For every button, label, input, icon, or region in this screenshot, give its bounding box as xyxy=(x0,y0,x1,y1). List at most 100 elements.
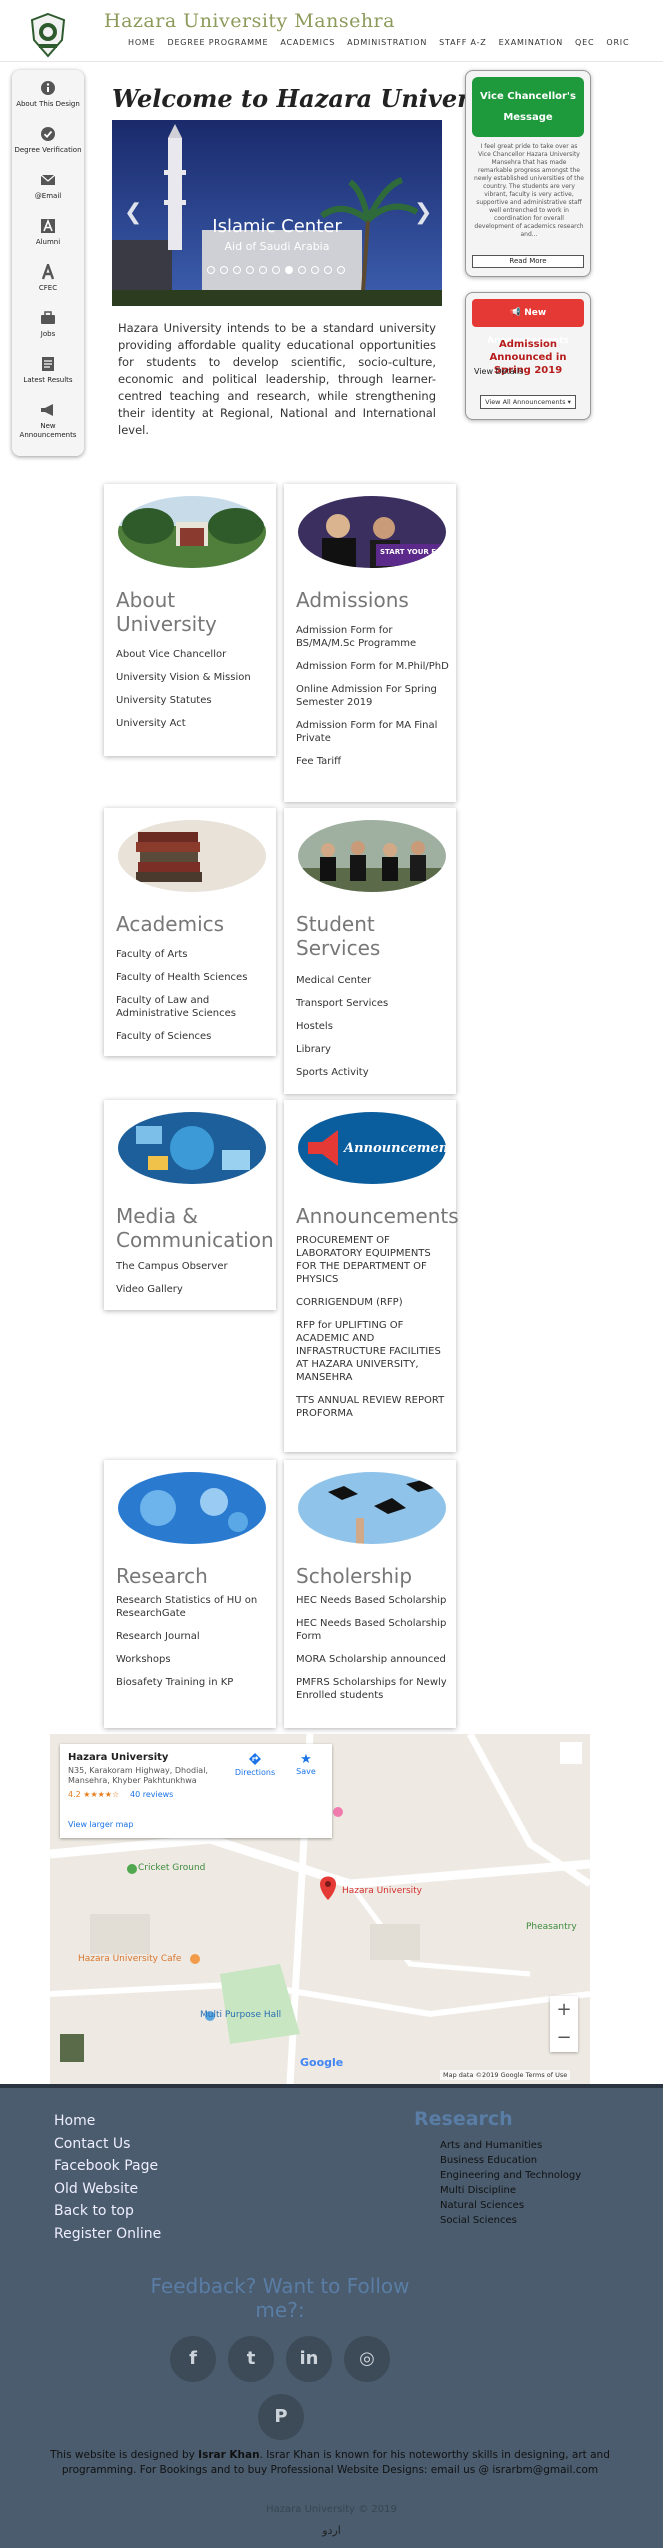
linkedin-icon[interactable]: in xyxy=(286,2336,332,2382)
save-button[interactable]: ★ Save xyxy=(286,1752,326,1776)
link-admission-mphil[interactable]: Admission Form for M.Phil/PhD xyxy=(296,660,452,673)
link-biosafety[interactable]: Biosafety Training in KP xyxy=(116,1676,272,1689)
slider-dot[interactable] xyxy=(298,266,306,274)
nav-home[interactable]: HOME xyxy=(128,38,155,47)
link-online-admission[interactable]: Online Admission For Spring Semester 201… xyxy=(296,683,452,709)
sidebar-item-jobs[interactable]: Jobs xyxy=(12,310,84,339)
footer-link-old-website[interactable]: Old Website xyxy=(54,2178,161,2201)
briefcase-icon xyxy=(41,311,55,324)
link-university-act[interactable]: University Act xyxy=(116,717,272,730)
view-details-link[interactable]: View Details xyxy=(474,367,523,376)
footer-link-facebook[interactable]: Facebook Page xyxy=(54,2155,161,2178)
nav-examination[interactable]: EXAMINATION xyxy=(499,38,563,47)
footer-link-register[interactable]: Register Online xyxy=(54,2223,161,2246)
map-pin-label[interactable]: Hazara University xyxy=(342,1886,422,1896)
twitter-icon[interactable]: t xyxy=(228,2336,274,2382)
view-all-announcements-select[interactable]: View All Announcements ▾ xyxy=(480,395,576,409)
slider-dot[interactable] xyxy=(311,266,319,274)
zoom-in-button[interactable]: + xyxy=(550,1996,578,2024)
sidebar-item-alumni[interactable]: Alumni xyxy=(12,218,84,247)
page: Hazara University Mansehra HOME DEGREE P… xyxy=(0,0,663,2548)
slide-title: Islamic Center xyxy=(212,216,342,237)
read-more-button[interactable]: Read More xyxy=(472,255,584,268)
urdu-label[interactable]: اردو xyxy=(0,2524,663,2537)
link-library[interactable]: Library xyxy=(296,1043,452,1056)
facebook-icon[interactable]: f xyxy=(170,2336,216,2382)
research-area[interactable]: Natural Sciences xyxy=(440,2198,581,2213)
link-workshops[interactable]: Workshops xyxy=(116,1653,272,1666)
link-faculty-arts[interactable]: Faculty of Arts xyxy=(116,948,272,961)
link-ma-final-private[interactable]: Admission Form for MA Final Private xyxy=(296,719,452,745)
link-about-vc[interactable]: About Vice Chancellor xyxy=(116,648,272,661)
nav-degree-programme[interactable]: DEGREE PROGRAMME xyxy=(167,38,268,47)
pinterest-icon[interactable]: P xyxy=(258,2394,304,2440)
nav-administration[interactable]: ADMINISTRATION xyxy=(347,38,427,47)
slider-dot[interactable] xyxy=(233,266,241,274)
new-announcements-header[interactable]: 📢 New Announcements xyxy=(472,299,584,346)
link-pmfrs-scholarship[interactable]: PMFRS Scholarships for Newly Enrolled st… xyxy=(296,1676,452,1702)
link-campus-observer[interactable]: The Campus Observer xyxy=(116,1260,272,1273)
slider-dot[interactable] xyxy=(324,266,332,274)
check-icon xyxy=(41,127,55,141)
sidebar-item-latest-results[interactable]: Latest Results xyxy=(12,356,84,385)
footer-link-back-to-top[interactable]: Back to top xyxy=(54,2200,161,2223)
footer-research-list: Arts and Humanities Business Education E… xyxy=(440,2138,581,2228)
link-fee-tariff[interactable]: Fee Tariff xyxy=(296,755,452,768)
link-mora-scholarship[interactable]: MORA Scholarship announced xyxy=(296,1653,452,1666)
link-medical-center[interactable]: Medical Center xyxy=(296,974,452,987)
footer-link-contact[interactable]: Contact Us xyxy=(54,2133,161,2156)
sidebar-item-label: CFEC xyxy=(38,284,58,292)
slider-dot[interactable] xyxy=(285,266,293,274)
slider-dot[interactable] xyxy=(207,266,215,274)
link-video-gallery[interactable]: Video Gallery xyxy=(116,1283,272,1296)
research-area[interactable]: Arts and Humanities xyxy=(440,2138,581,2153)
link-sports[interactable]: Sports Activity xyxy=(296,1066,452,1079)
slider-dot[interactable] xyxy=(220,266,228,274)
sidebar-item-degree-verification[interactable]: Degree Verification xyxy=(12,126,84,155)
slider-dot[interactable] xyxy=(337,266,345,274)
link-rfp-uplifting[interactable]: RFP for UPLIFTING OF ACADEMIC AND INFRAS… xyxy=(296,1319,452,1384)
university-logo[interactable] xyxy=(28,10,68,58)
link-research-journal[interactable]: Research Journal xyxy=(116,1630,272,1643)
research-area[interactable]: Business Education xyxy=(440,2153,581,2168)
sidebar-item-new-announcements[interactable]: New Announcements xyxy=(12,402,84,440)
link-faculty-law[interactable]: Faculty of Law and Administrative Scienc… xyxy=(116,994,272,1020)
link-hec-need-based-form[interactable]: HEC Needs Based Scholarship Form xyxy=(296,1617,452,1643)
link-researchgate[interactable]: Research Statistics of HU on ResearchGat… xyxy=(116,1594,272,1620)
link-statutes[interactable]: University Statutes xyxy=(116,694,272,707)
link-hostels[interactable]: Hostels xyxy=(296,1020,452,1033)
google-map[interactable]: Hazara University N35, Karakoram Highway… xyxy=(50,1734,590,2084)
link-tts-report[interactable]: TTS ANNUAL REVIEW REPORT PROFORMA xyxy=(296,1394,452,1420)
link-transport[interactable]: Transport Services xyxy=(296,997,452,1010)
view-larger-map-link[interactable]: View larger map xyxy=(68,1820,133,1829)
nav-oric[interactable]: ORIC xyxy=(606,38,629,47)
sidebar-item-email[interactable]: @Email xyxy=(12,172,84,201)
research-area[interactable]: Multi Discipline xyxy=(440,2183,581,2198)
zoom-out-button[interactable]: − xyxy=(550,2024,578,2052)
directions-button[interactable]: Directions xyxy=(230,1752,280,1777)
nav-academics[interactable]: ACADEMICS xyxy=(280,38,335,47)
research-area[interactable]: Engineering and Technology xyxy=(440,2168,581,2183)
link-admission-bs[interactable]: Admission Form for BS/MA/M.Sc Programme xyxy=(296,624,452,650)
sidebar-item-cfec[interactable]: CFEC xyxy=(12,264,84,293)
nav-qec[interactable]: QEC xyxy=(575,38,594,47)
map-attribution[interactable]: Map data ©2019 Google Terms of Use xyxy=(440,2070,571,2080)
link-faculty-sciences[interactable]: Faculty of Sciences xyxy=(116,1030,272,1043)
reviews-link[interactable]: 40 reviews xyxy=(130,1790,173,1799)
nav-staff[interactable]: STAFF A-Z xyxy=(439,38,486,47)
site-title[interactable]: Hazara University Mansehra xyxy=(104,10,395,32)
slider-dot[interactable] xyxy=(259,266,267,274)
link-procurement-physics[interactable]: PROCUREMENT OF LABORATORY EQUIPMENTS FOR… xyxy=(296,1234,452,1286)
link-corrigendum[interactable]: CORRIGENDUM (RFP) xyxy=(296,1296,452,1309)
sidebar-item-about-design[interactable]: About This Design xyxy=(12,80,84,109)
vc-message-button[interactable]: Vice Chancellor's Message xyxy=(472,77,584,137)
research-area[interactable]: Social Sciences xyxy=(440,2213,581,2228)
instagram-icon[interactable]: ◎ xyxy=(344,2336,390,2382)
slider-dot[interactable] xyxy=(272,266,280,274)
slider-dot[interactable] xyxy=(246,266,254,274)
footer-link-home[interactable]: Home xyxy=(54,2110,161,2133)
link-faculty-health[interactable]: Faculty of Health Sciences xyxy=(116,971,272,984)
link-hec-need-based[interactable]: HEC Needs Based Scholarship xyxy=(296,1594,452,1607)
link-vision-mission[interactable]: University Vision & Mission xyxy=(116,671,272,684)
image-slider[interactable]: ❮ ❯ Islamic Center Aid of Saudi Arabia xyxy=(112,120,442,306)
